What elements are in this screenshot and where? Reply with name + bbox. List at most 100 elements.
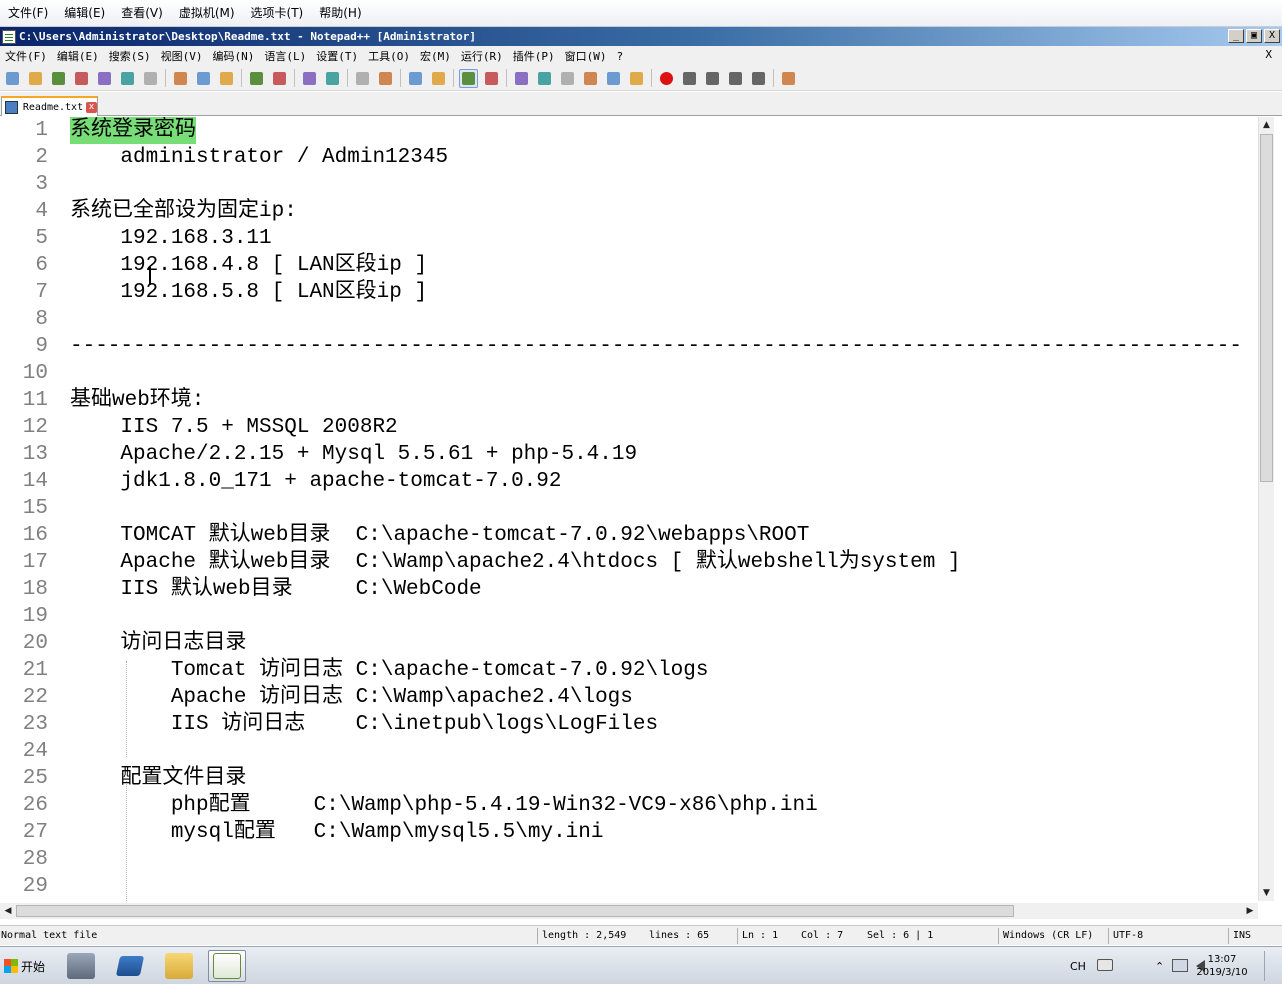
- play-macro-icon[interactable]: [703, 69, 722, 88]
- sync-vertical-icon[interactable]: [406, 69, 425, 88]
- editor-line[interactable]: 24: [0, 738, 1258, 765]
- replace-icon[interactable]: [323, 69, 342, 88]
- close-icon[interactable]: [95, 69, 114, 88]
- notepadpp-taskbar-icon[interactable]: [208, 950, 246, 982]
- cut-icon[interactable]: [171, 69, 190, 88]
- keyboard-icon[interactable]: [1097, 959, 1113, 971]
- editor-line[interactable]: 28: [0, 846, 1258, 873]
- editor-line[interactable]: 5 192.168.3.11: [0, 225, 1258, 252]
- npp-menu-item[interactable]: 工具(O): [363, 48, 415, 64]
- editor-line[interactable]: 10: [0, 360, 1258, 387]
- scroll-up-icon[interactable]: ▲: [1259, 117, 1274, 133]
- editor-line[interactable]: 12 IIS 7.5 + MSSQL 2008R2: [0, 414, 1258, 441]
- vertical-scrollbar[interactable]: ▲ ▼: [1258, 117, 1274, 901]
- npp-menu-item[interactable]: 设置(T): [311, 48, 363, 64]
- horizontal-scroll-thumb[interactable]: [16, 905, 1014, 917]
- record-macro-icon[interactable]: [657, 69, 676, 88]
- paste-icon[interactable]: [217, 69, 236, 88]
- close-all-icon[interactable]: [118, 69, 137, 88]
- new-file-icon[interactable]: [3, 69, 22, 88]
- save-icon[interactable]: [49, 69, 68, 88]
- file-explorer-icon[interactable]: [160, 950, 198, 982]
- maximize-button[interactable]: ▣: [1246, 29, 1262, 43]
- print-icon[interactable]: [141, 69, 160, 88]
- npp-menu-item[interactable]: 文件(F): [0, 48, 52, 64]
- editor-line[interactable]: 29: [0, 873, 1258, 900]
- doc-map-icon[interactable]: [558, 69, 577, 88]
- editor-line[interactable]: 19: [0, 603, 1258, 630]
- close-button[interactable]: X: [1264, 29, 1280, 43]
- zoom-in-icon[interactable]: [353, 69, 372, 88]
- editor-line[interactable]: 16 TOMCAT 默认web目录 C:\apache-tomcat-7.0.9…: [0, 522, 1258, 549]
- editor-line[interactable]: 13 Apache/2.2.15 + Mysql 5.5.61 + php-5.…: [0, 441, 1258, 468]
- editor-line[interactable]: 17 Apache 默认web目录 C:\Wamp\apache2.4\htdo…: [0, 549, 1258, 576]
- status-encoding[interactable]: UTF-8: [1108, 928, 1228, 944]
- powershell-icon[interactable]: [111, 950, 149, 982]
- udl-icon[interactable]: [535, 69, 554, 88]
- network-icon[interactable]: [1172, 959, 1188, 972]
- npp-menu-item[interactable]: 视图(V): [156, 48, 208, 64]
- close-document-button[interactable]: X: [1265, 48, 1272, 61]
- editor-line[interactable]: 21 Tomcat 访问日志 C:\apache-tomcat-7.0.92\l…: [0, 657, 1258, 684]
- editor-line[interactable]: 11 基础web环境:: [0, 387, 1258, 414]
- editor-line[interactable]: 25 配置文件目录: [0, 765, 1258, 792]
- npp-menu-item[interactable]: 编辑(E): [52, 48, 104, 64]
- vm-menu-item[interactable]: 帮助(H): [311, 4, 369, 22]
- npp-menu-item[interactable]: 语言(L): [259, 48, 311, 64]
- editor-line[interactable]: 9 ---------------------------------------…: [0, 333, 1258, 360]
- editor-line[interactable]: 2 administrator / Admin12345: [0, 144, 1258, 171]
- start-button[interactable]: 开始: [0, 953, 49, 979]
- minimize-button[interactable]: _: [1228, 29, 1244, 43]
- vertical-scroll-thumb[interactable]: [1260, 134, 1273, 482]
- spellcheck-icon[interactable]: [779, 69, 798, 88]
- play-macro-multiple-icon[interactable]: [726, 69, 745, 88]
- server-manager-icon[interactable]: [62, 950, 100, 982]
- undo-icon[interactable]: [247, 69, 266, 88]
- show-desktop-button[interactable]: [1264, 951, 1276, 981]
- scroll-left-icon[interactable]: ◀: [0, 903, 16, 919]
- editor-line[interactable]: 26 php配置 C:\Wamp\php-5.4.19-Win32-VC9-x8…: [0, 792, 1258, 819]
- editor-line[interactable]: 7 192.168.5.8 [ LAN区段ip ]: [0, 279, 1258, 306]
- vm-menu-item[interactable]: 查看(V): [113, 4, 171, 22]
- scroll-down-icon[interactable]: ▼: [1259, 885, 1274, 901]
- scroll-right-icon[interactable]: ▶: [1242, 903, 1258, 919]
- editor-line[interactable]: 18 IIS 默认web目录 C:\WebCode: [0, 576, 1258, 603]
- text-editor[interactable]: 1 系统登录密码 2 administrator / Admin12345 3 4 系统已…: [0, 117, 1258, 901]
- editor-line[interactable]: 20 访问日志目录: [0, 630, 1258, 657]
- npp-menu-item[interactable]: 编码(N): [208, 48, 260, 64]
- vm-menu-item[interactable]: 编辑(E): [56, 4, 113, 22]
- find-icon[interactable]: [300, 69, 319, 88]
- indent-guide-icon[interactable]: [512, 69, 531, 88]
- save-all-icon[interactable]: [72, 69, 91, 88]
- show-hidden-icons-icon[interactable]: ⌃: [1155, 960, 1164, 973]
- status-eol[interactable]: Windows (CR LF): [998, 928, 1108, 944]
- word-wrap-icon[interactable]: [459, 68, 478, 88]
- npp-menu-item[interactable]: 插件(P): [508, 48, 560, 64]
- save-macro-icon[interactable]: [749, 69, 768, 88]
- stop-macro-icon[interactable]: [680, 69, 699, 88]
- show-all-chars-icon[interactable]: [482, 69, 501, 88]
- editor-line[interactable]: 4 系统已全部设为固定ip:: [0, 198, 1258, 225]
- redo-icon[interactable]: [270, 69, 289, 88]
- npp-menu-item[interactable]: 运行(R): [456, 48, 508, 64]
- open-file-icon[interactable]: [26, 69, 45, 88]
- sync-horizontal-icon[interactable]: [429, 69, 448, 88]
- editor-line[interactable]: 22 Apache 访问日志 C:\Wamp\apache2.4\logs: [0, 684, 1258, 711]
- editor-line[interactable]: 3: [0, 171, 1258, 198]
- system-clock[interactable]: 13:07 2019/3/10: [1192, 953, 1252, 979]
- editor-line[interactable]: 14 jdk1.8.0_171 + apache-tomcat-7.0.92: [0, 468, 1258, 495]
- input-language-indicator[interactable]: CH: [1070, 960, 1086, 973]
- status-insert-mode[interactable]: INS: [1228, 928, 1282, 944]
- editor-line[interactable]: 23 IIS 访问日志 C:\inetpub\logs\LogFiles: [0, 711, 1258, 738]
- vm-menu-item[interactable]: 虚拟机(M): [171, 4, 243, 22]
- vm-menu-item[interactable]: 文件(F): [0, 4, 56, 22]
- editor-line[interactable]: 8: [0, 306, 1258, 333]
- npp-menu-item[interactable]: ?: [612, 50, 629, 63]
- zoom-out-icon[interactable]: [376, 69, 395, 88]
- tab-close-icon[interactable]: x: [86, 101, 97, 113]
- npp-menu-item[interactable]: 搜索(S): [104, 48, 156, 64]
- copy-icon[interactable]: [194, 69, 213, 88]
- folder-workspace-icon[interactable]: [604, 69, 623, 88]
- editor-line[interactable]: 6 192.168.4.8 [ LAN区段ip ]: [0, 252, 1258, 279]
- horizontal-scrollbar[interactable]: ◀ ▶: [0, 903, 1258, 919]
